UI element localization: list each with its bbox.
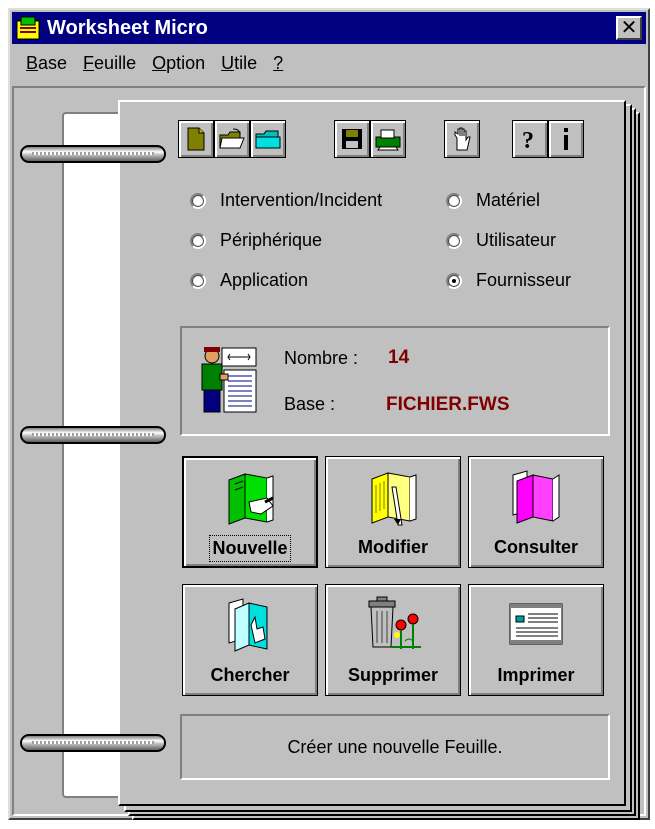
print-button[interactable] [370,120,406,158]
modifier-button[interactable]: Modifier [325,456,461,568]
base-value: FICHIER.FWS [386,394,510,415]
chercher-label: Chercher [210,665,290,685]
radio-label: Matériel [476,190,541,210]
menu-bar: Base Feuille Option Utile ? [12,46,646,80]
supprimer-label: Supprimer [347,665,439,685]
nouvelle-button[interactable]: Nouvelle [182,456,318,568]
consulter-label: Consulter [493,537,578,557]
status-text: Créer une nouvelle Feuille. [287,736,503,757]
radio-label: Utilisateur [476,230,557,250]
imprimer-button[interactable]: Imprimer [468,584,604,696]
folder-icon [255,130,281,149]
radio-application[interactable]: Application [190,270,308,291]
menu-option[interactable]: Option [152,53,205,74]
radio-circle [446,192,462,209]
print-icon [506,593,566,657]
close-icon: ✕ [620,17,638,39]
menu-utile[interactable]: Utile [221,53,257,74]
radio-label: Intervention/Incident [220,190,383,210]
new-sheet-icon [221,466,279,530]
chercher-button[interactable]: Chercher [182,584,318,696]
open-button[interactable] [214,120,250,158]
search-sheet-icon [221,593,279,657]
imprimer-label: Imprimer [497,665,575,685]
info-button[interactable] [548,120,584,158]
radio-label: Fournisseur [476,270,572,290]
radio-circle-checked [446,272,462,289]
radio-label: Application [220,270,309,290]
supprimer-button[interactable]: Supprimer [325,584,461,696]
save-disk-icon [342,129,362,149]
new-document-icon [187,127,205,151]
count-value: 14 [388,347,410,368]
window-title: Worksheet Micro [47,16,208,39]
radio-circle [190,192,206,209]
radio-materiel[interactable]: Matériel [446,190,540,211]
status-bar: Créer une nouvelle Feuille. [180,714,610,780]
info-icon [564,128,568,150]
count-label: Nombre : [284,348,359,368]
binder-ring-top [20,145,166,163]
folder-button[interactable] [250,120,286,158]
close-button[interactable]: ✕ [616,16,642,40]
worker-icon [198,344,260,421]
svg-text:?: ? [522,128,534,152]
help-icon: ? [522,128,534,152]
view-sheet-icon [507,465,565,529]
help-button[interactable]: ? [512,120,548,158]
radio-fournisseur[interactable]: Fournisseur [446,270,571,291]
notebook-spine [62,112,118,798]
modifier-label: Modifier [358,537,428,557]
radio-circle [190,232,206,249]
radio-circle [190,272,206,289]
radio-peripherique[interactable]: Périphérique [190,230,322,251]
edit-sheet-icon [364,465,422,529]
menu-feuille[interactable]: Feuille [83,53,136,74]
save-button[interactable] [334,120,370,158]
new-button[interactable] [178,120,214,158]
radio-utilisateur[interactable]: Utilisateur [446,230,556,251]
binder-ring-middle [20,426,166,444]
menu-base[interactable]: Base [26,53,67,74]
radio-circle [446,232,462,249]
consulter-button[interactable]: Consulter [468,456,604,568]
app-icon [15,15,43,41]
hand-button[interactable] [444,120,480,158]
radio-label: Périphérique [220,230,323,250]
menu-help[interactable]: ? [273,53,283,74]
binder-ring-bottom [20,734,166,752]
trash-icon [361,593,425,657]
radio-intervention-incident[interactable]: Intervention/Incident [190,190,382,211]
open-folder-icon [219,128,245,149]
printer-icon [375,129,401,151]
title-bar[interactable]: Worksheet Micro ✕ [12,12,646,44]
nouvelle-label: Nouvelle [209,535,291,562]
info-panel: Nombre : 14 Base : FICHIER.FWS [180,326,610,436]
hand-icon [454,127,471,151]
base-label: Base : [284,394,336,414]
